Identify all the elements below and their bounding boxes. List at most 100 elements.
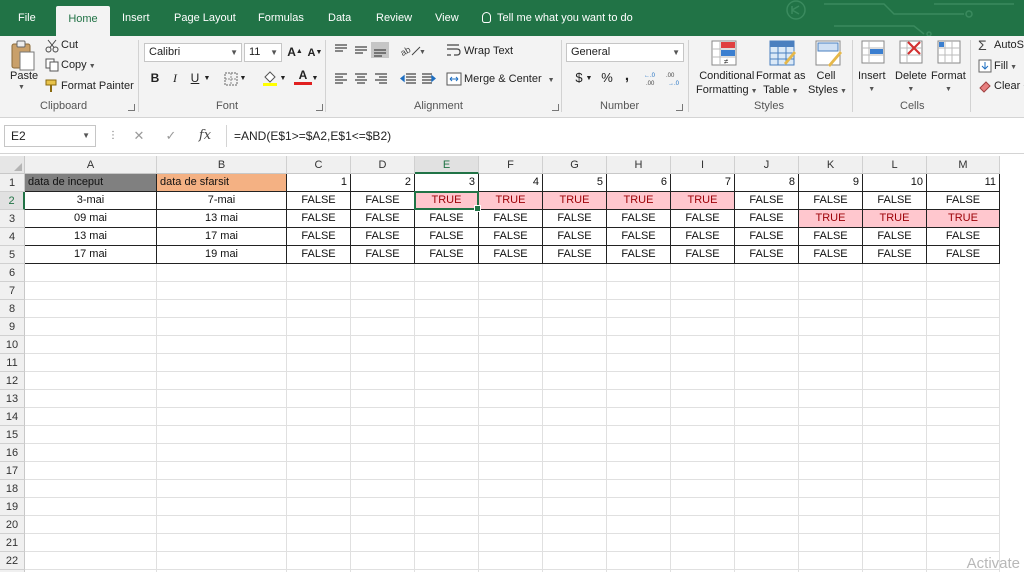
cell-h2[interactable]: TRUE (607, 192, 671, 210)
cell-j17[interactable] (735, 462, 799, 480)
cell-h1[interactable]: 6 (607, 174, 671, 192)
cell-c15[interactable] (287, 426, 351, 444)
cell-c21[interactable] (287, 534, 351, 552)
cell-b14[interactable] (157, 408, 287, 426)
cell-b22[interactable] (157, 552, 287, 570)
row-header-6[interactable]: 6 (0, 264, 25, 282)
conditional-formatting-button[interactable]: Conditional Formatting ▼ (696, 69, 758, 99)
cell-l15[interactable] (863, 426, 927, 444)
cell-e17[interactable] (415, 462, 479, 480)
cell-m17[interactable] (927, 462, 1000, 480)
cell-h15[interactable] (607, 426, 671, 444)
cell-h11[interactable] (607, 354, 671, 372)
cell-h10[interactable] (607, 336, 671, 354)
cell-h18[interactable] (607, 480, 671, 498)
cell-g10[interactable] (543, 336, 607, 354)
autosum-button[interactable]: AutoS (994, 39, 1024, 51)
cell-m1[interactable]: 11 (927, 174, 1000, 192)
cell-j22[interactable] (735, 552, 799, 570)
cell-c2[interactable]: FALSE (287, 192, 351, 210)
tell-me-search[interactable]: Tell me what you want to do (482, 0, 633, 36)
cell-k2[interactable]: FALSE (799, 192, 863, 210)
row-header-16[interactable]: 16 (0, 444, 25, 462)
column-header-a[interactable]: A (25, 156, 157, 174)
cell-g9[interactable] (543, 318, 607, 336)
cell-j14[interactable] (735, 408, 799, 426)
grow-font-icon[interactable]: A▲ (286, 43, 304, 61)
cell-l11[interactable] (863, 354, 927, 372)
cell-m2[interactable]: FALSE (927, 192, 1000, 210)
cell-a2[interactable]: 3-mai (25, 192, 157, 210)
cell-g6[interactable] (543, 264, 607, 282)
cell-i14[interactable] (671, 408, 735, 426)
cell-f19[interactable] (479, 498, 543, 516)
cell-b15[interactable] (157, 426, 287, 444)
row-header-2[interactable]: 2 (0, 192, 25, 210)
cell-g22[interactable] (543, 552, 607, 570)
cell-h20[interactable] (607, 516, 671, 534)
cell-h16[interactable] (607, 444, 671, 462)
column-header-j[interactable]: J (735, 156, 799, 174)
cell-f9[interactable] (479, 318, 543, 336)
column-header-c[interactable]: C (287, 156, 351, 174)
cell-e10[interactable] (415, 336, 479, 354)
cell-f7[interactable] (479, 282, 543, 300)
shrink-font-icon[interactable]: A▼ (306, 44, 324, 62)
horizontal-align-icons[interactable] (333, 72, 391, 86)
cell-l3[interactable]: TRUE (863, 210, 927, 228)
tab-insert[interactable]: Insert (122, 0, 150, 36)
cell-j13[interactable] (735, 390, 799, 408)
cell-a15[interactable] (25, 426, 157, 444)
cell-f16[interactable] (479, 444, 543, 462)
cell-b3[interactable]: 13 mai (157, 210, 287, 228)
cell-k1[interactable]: 9 (799, 174, 863, 192)
cell-h6[interactable] (607, 264, 671, 282)
cut-button[interactable]: Cut (61, 39, 78, 51)
cell-l19[interactable] (863, 498, 927, 516)
cell-a5[interactable]: 17 mai (25, 246, 157, 264)
cell-i21[interactable] (671, 534, 735, 552)
cell-a11[interactable] (25, 354, 157, 372)
cell-k16[interactable] (799, 444, 863, 462)
fill-icon[interactable] (978, 59, 992, 73)
fill-button[interactable]: Fill ▼ (994, 60, 1017, 72)
cell-k4[interactable]: FALSE (799, 228, 863, 246)
cell-m21[interactable] (927, 534, 1000, 552)
cell-j3[interactable]: FALSE (735, 210, 799, 228)
delete-cells-icon[interactable] (898, 39, 924, 65)
cell-e8[interactable] (415, 300, 479, 318)
cell-l10[interactable] (863, 336, 927, 354)
italic-icon[interactable]: I (166, 69, 184, 87)
cell-c4[interactable]: FALSE (287, 228, 351, 246)
cell-d21[interactable] (351, 534, 415, 552)
cell-b10[interactable] (157, 336, 287, 354)
column-header-i[interactable]: I (671, 156, 735, 174)
cell-j2[interactable]: FALSE (735, 192, 799, 210)
cell-f5[interactable]: FALSE (479, 246, 543, 264)
cell-c18[interactable] (287, 480, 351, 498)
cell-l22[interactable] (863, 552, 927, 570)
cell-j18[interactable] (735, 480, 799, 498)
cell-h17[interactable] (607, 462, 671, 480)
cell-k14[interactable] (799, 408, 863, 426)
cell-g1[interactable]: 5 (543, 174, 607, 192)
increase-decimal-icon[interactable]: ←.0 .00 (644, 70, 664, 86)
cell-e11[interactable] (415, 354, 479, 372)
cell-c10[interactable] (287, 336, 351, 354)
cell-l5[interactable]: FALSE (863, 246, 927, 264)
cell-j12[interactable] (735, 372, 799, 390)
cell-d18[interactable] (351, 480, 415, 498)
cell-d15[interactable] (351, 426, 415, 444)
cell-c11[interactable] (287, 354, 351, 372)
cell-f20[interactable] (479, 516, 543, 534)
cell-j4[interactable]: FALSE (735, 228, 799, 246)
insert-button[interactable]: Insert ▼ (858, 69, 886, 97)
cell-h13[interactable] (607, 390, 671, 408)
alignment-launcher-icon[interactable] (552, 104, 559, 111)
cell-a9[interactable] (25, 318, 157, 336)
cell-l13[interactable] (863, 390, 927, 408)
column-header-f[interactable]: F (479, 156, 543, 174)
merge-center-button[interactable]: Merge & Center ▼ (464, 73, 555, 85)
cell-h14[interactable] (607, 408, 671, 426)
cell-g18[interactable] (543, 480, 607, 498)
